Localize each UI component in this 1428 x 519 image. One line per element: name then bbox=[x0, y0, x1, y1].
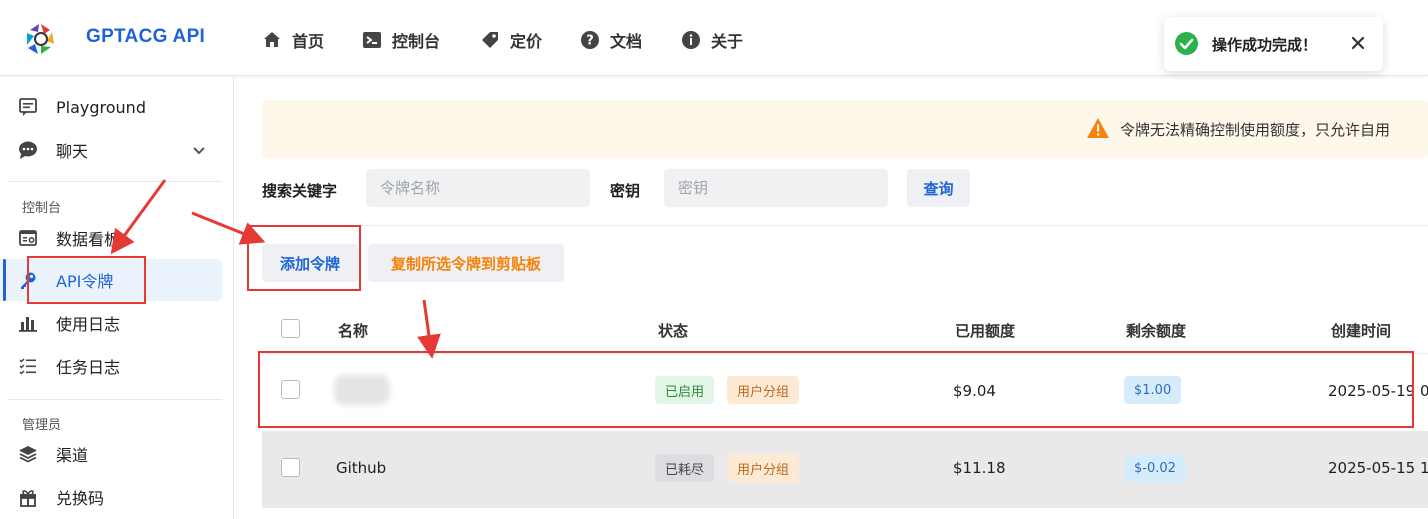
sidebar-item-label: 聊天 bbox=[56, 142, 89, 161]
sidebar-item-chat[interactable]: 聊天 bbox=[0, 129, 222, 171]
token-name-blurred bbox=[334, 375, 390, 405]
sidebar-section-console: 控制台 bbox=[22, 201, 62, 216]
copy-selected-tokens-button[interactable]: 复制所选令牌到剪贴板 bbox=[368, 244, 564, 282]
sidebar-item-label: 使用日志 bbox=[56, 315, 121, 334]
sidebar-item-redeem-codes[interactable]: 兑换码 bbox=[0, 476, 222, 518]
info-icon bbox=[682, 31, 700, 49]
nav-pricing[interactable]: 定价 bbox=[480, 28, 542, 52]
nav-about-label: 关于 bbox=[711, 32, 744, 51]
tag-icon bbox=[482, 32, 498, 48]
token-name-input[interactable] bbox=[366, 169, 590, 207]
column-header-remaining-quota[interactable]: 剩余额度 bbox=[1126, 320, 1186, 341]
sidebar-item-label: 任务日志 bbox=[56, 358, 121, 377]
annotation-box-token-row bbox=[258, 351, 1414, 428]
sidebar-item-channels[interactable]: 渠道 bbox=[0, 433, 222, 475]
sidebar-item-playground[interactable]: Playground bbox=[0, 86, 222, 128]
arrow-to-token-row bbox=[417, 299, 441, 359]
success-toast: 操作成功完成！ bbox=[1164, 17, 1383, 71]
sidebar-item-label: 渠道 bbox=[56, 446, 89, 465]
sidebar-item-label: 兑换码 bbox=[56, 489, 105, 508]
nav-home[interactable]: 首页 bbox=[262, 28, 324, 52]
sidebar-section-admin: 管理员 bbox=[22, 418, 62, 433]
used-quota: $11.18 bbox=[953, 459, 1006, 477]
warning-icon bbox=[1087, 118, 1109, 138]
token-name: Github bbox=[336, 459, 387, 477]
created-time: 2025-05-15 1 bbox=[1328, 459, 1428, 477]
brand-name[interactable]: GPTACG API bbox=[86, 26, 205, 48]
home-icon bbox=[264, 32, 280, 47]
header-separator bbox=[262, 353, 1428, 354]
help-icon: ? bbox=[581, 31, 599, 49]
nav-console-label: 控制台 bbox=[392, 32, 441, 51]
nav-about[interactable]: 关于 bbox=[681, 28, 743, 52]
sidebar-divider bbox=[8, 399, 222, 400]
bar-chart-icon bbox=[19, 317, 37, 332]
created-time: 2025-05-19 0 bbox=[1328, 382, 1428, 400]
sidebar-item-api-tokens[interactable]: API令牌 bbox=[0, 259, 222, 301]
close-icon[interactable] bbox=[1347, 32, 1369, 54]
column-header-used-quota[interactable]: 已用额度 bbox=[955, 320, 1015, 341]
nav-console[interactable]: 控制台 bbox=[362, 28, 440, 52]
nav-docs[interactable]: ? 文档 bbox=[580, 28, 642, 52]
column-header-name[interactable]: 名称 bbox=[338, 320, 368, 341]
keyword-label: 搜索关键字 bbox=[262, 182, 338, 200]
used-quota: $9.04 bbox=[953, 382, 996, 400]
add-token-button[interactable]: 添加令牌 bbox=[262, 244, 358, 282]
status-badge: 已启用 bbox=[655, 376, 715, 404]
task-list-icon bbox=[19, 358, 36, 375]
row-separator bbox=[262, 507, 1428, 508]
dashboard-icon bbox=[19, 230, 37, 246]
remaining-quota-badge: $-0.02 bbox=[1124, 454, 1186, 482]
row-checkbox[interactable] bbox=[281, 380, 300, 399]
chevron-down-icon[interactable] bbox=[190, 141, 208, 159]
sidebar-item-usage-logs[interactable]: 使用日志 bbox=[0, 302, 222, 344]
chat-square-icon bbox=[19, 98, 37, 116]
remaining-quota-badge: $1.00 bbox=[1124, 376, 1182, 404]
sidebar-item-dashboard[interactable]: 数据看板 bbox=[0, 217, 222, 259]
key-label: 密钥 bbox=[610, 182, 641, 200]
terminal-icon bbox=[363, 32, 381, 48]
group-badge: 用户分组 bbox=[727, 376, 800, 404]
sidebar-item-task-logs[interactable]: 任务日志 bbox=[0, 345, 222, 387]
column-header-created-time[interactable]: 创建时间 bbox=[1331, 320, 1391, 341]
nav-pricing-label: 定价 bbox=[510, 32, 543, 51]
nav-home-label: 首页 bbox=[292, 32, 325, 51]
row-checkbox[interactable] bbox=[281, 458, 300, 477]
chat-bubble-icon bbox=[19, 141, 37, 159]
divider bbox=[262, 225, 1428, 226]
sidebar: Playground 聊天 控制台 数据看板 API令牌 使用日志 任务日志 管… bbox=[0, 77, 234, 519]
svg-text:?: ? bbox=[586, 34, 594, 49]
toast-message: 操作成功完成！ bbox=[1212, 36, 1318, 54]
status-badge: 已耗尽 bbox=[655, 454, 715, 482]
column-header-status[interactable]: 状态 bbox=[658, 320, 688, 341]
layers-icon bbox=[19, 446, 37, 463]
table-row-hovered[interactable] bbox=[262, 431, 1428, 507]
nav-docs-label: 文档 bbox=[610, 32, 643, 51]
key-icon bbox=[21, 272, 36, 289]
logo-icon[interactable] bbox=[24, 22, 58, 56]
warning-banner: 令牌无法精确控制使用额度，只允许自用 bbox=[262, 100, 1428, 158]
sidebar-item-label: API令牌 bbox=[56, 272, 114, 291]
group-badge: 用户分组 bbox=[727, 454, 800, 482]
warning-text: 令牌无法精确控制使用额度，只允许自用 bbox=[1120, 121, 1391, 139]
query-button[interactable]: 查询 bbox=[907, 169, 970, 207]
select-all-checkbox[interactable] bbox=[281, 319, 300, 338]
gift-icon bbox=[20, 490, 36, 507]
sidebar-item-label: Playground bbox=[56, 97, 146, 117]
sidebar-divider bbox=[8, 181, 222, 182]
key-input[interactable] bbox=[664, 169, 888, 207]
check-circle-icon bbox=[1175, 32, 1198, 55]
sidebar-item-label: 数据看板 bbox=[56, 230, 121, 249]
